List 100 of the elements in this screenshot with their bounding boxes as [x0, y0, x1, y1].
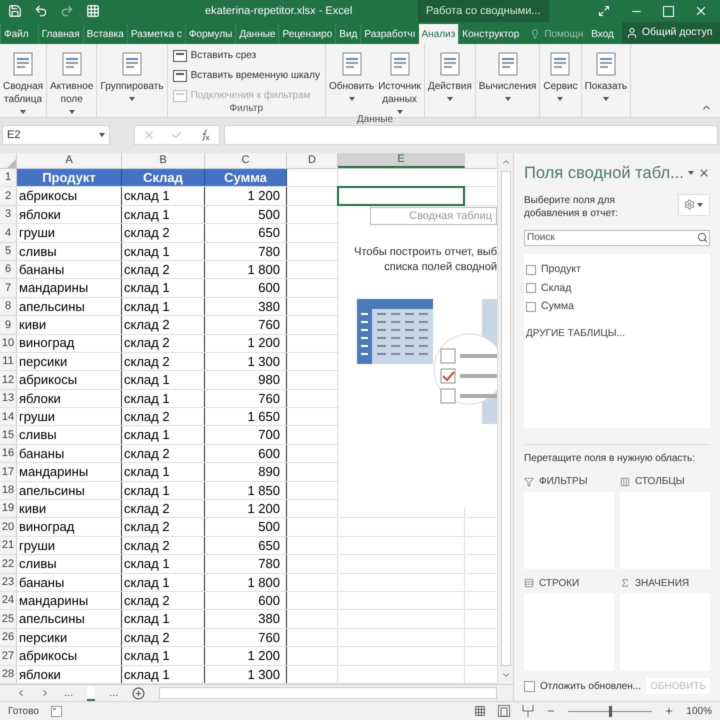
row-header[interactable]: 18: [0, 482, 17, 500]
row-header[interactable]: 11: [0, 352, 17, 370]
row-header[interactable]: 3: [0, 206, 17, 224]
undo-icon[interactable]: [34, 4, 48, 18]
close-icon[interactable]: [694, 4, 708, 18]
ribbon-button[interactable]: Вставить временную шкалу: [172, 68, 320, 83]
row-header[interactable]: 23: [0, 574, 17, 591]
row-header[interactable]: 22: [0, 555, 17, 573]
row-header[interactable]: 14: [0, 408, 17, 426]
row-header[interactable]: 7: [0, 279, 17, 297]
sheet-tab[interactable]: [87, 686, 96, 700]
row-header[interactable]: 4: [0, 224, 17, 242]
table-cell: 760: [205, 390, 287, 408]
page-layout-icon[interactable]: [498, 705, 510, 717]
table-cell: мандарины: [17, 592, 122, 610]
row-header[interactable]: 25: [0, 610, 17, 628]
filters-area-icon: [524, 476, 534, 487]
row-header[interactable]: 26: [0, 628, 17, 646]
row-header[interactable]: 27: [0, 647, 17, 665]
row-header[interactable]: 20: [0, 518, 17, 536]
ribbon-button[interactable]: Обновить: [326, 44, 376, 101]
document-icon: [12, 52, 34, 76]
row-header[interactable]: 21: [0, 536, 17, 554]
table-cell: склад 2: [122, 628, 205, 646]
ribbon-button[interactable]: Действия: [426, 44, 474, 101]
ribbon-display-icon[interactable]: [598, 5, 610, 17]
pane-prompt: Выберите поля для добавления в отчет:: [524, 194, 620, 220]
row-header[interactable]: 2: [0, 187, 17, 205]
page-break-icon[interactable]: [522, 705, 534, 717]
form-icon[interactable]: [86, 4, 100, 18]
settings-button[interactable]: [678, 194, 710, 216]
table-cell: 780: [205, 555, 287, 573]
function-icon[interactable]: [199, 129, 211, 141]
sheet-ellipsis-button[interactable]: ...: [64, 684, 74, 702]
zoom-slider-thumb[interactable]: [609, 706, 612, 716]
row-header[interactable]: 6: [0, 260, 17, 278]
table-cell: 890: [205, 463, 287, 481]
ribbon-button[interactable]: Сводная таблица: [1, 44, 46, 114]
column-header[interactable]: B: [122, 153, 205, 168]
column-header[interactable]: E: [338, 153, 465, 168]
field-checkbox[interactable]: [526, 264, 536, 275]
search-icon: [697, 232, 708, 243]
zoom-in-icon[interactable]: [664, 706, 674, 716]
sign-in-link[interactable]: Вход: [591, 24, 614, 44]
row-header[interactable]: 16: [0, 444, 17, 462]
row-header[interactable]: 10: [0, 334, 17, 352]
row-header[interactable]: 19: [0, 500, 17, 518]
ribbon-button[interactable]: Активное поле: [48, 44, 96, 114]
table-cell: мандарины: [17, 463, 122, 481]
slicer-icon: [172, 50, 187, 62]
formula-input[interactable]: [224, 125, 718, 145]
status-text: Готово: [8, 704, 39, 718]
row-header[interactable]: 9: [0, 316, 17, 334]
close-icon[interactable]: [698, 167, 710, 180]
zoom-slider-track[interactable]: [568, 706, 652, 716]
row-header[interactable]: 5: [0, 242, 17, 260]
row-header[interactable]: 28: [0, 666, 17, 683]
row-header[interactable]: 13: [0, 390, 17, 408]
caret-icon: [688, 171, 694, 176]
ribbon-button[interactable]: Группировать: [98, 44, 166, 101]
ribbon-tab[interactable]: Анализ: [418, 24, 458, 44]
column-header[interactable]: A: [17, 153, 122, 168]
table-cell: 650: [205, 224, 287, 242]
table-cell: 600: [205, 444, 287, 462]
row-header[interactable]: 24: [0, 592, 17, 610]
row-header[interactable]: 15: [0, 426, 17, 444]
horizontal-scrollbar[interactable]: [159, 687, 497, 699]
ribbon-button[interactable]: Вставить срез: [172, 48, 320, 63]
ribbon-button[interactable]: Сервис: [541, 44, 580, 101]
more-tables-link[interactable]: ДРУГИЕ ТАБЛИЦЫ...: [526, 326, 708, 341]
ribbon-button[interactable]: Показать: [582, 44, 630, 101]
ribbon-button[interactable]: Вычисления: [476, 44, 538, 101]
zoom-reading: 100%: [686, 704, 712, 718]
maximize-icon[interactable]: [663, 6, 674, 16]
field-checkbox[interactable]: [526, 283, 536, 294]
slicer-icon: [172, 90, 187, 102]
field-checkbox[interactable]: [526, 302, 536, 312]
row-header[interactable]: 17: [0, 463, 17, 481]
ribbon-button[interactable]: Источник данных: [376, 44, 423, 114]
table-cell: груши: [17, 408, 122, 426]
column-header[interactable]: C: [205, 153, 287, 168]
row-header[interactable]: 1: [0, 169, 17, 186]
add-sheet-icon[interactable]: [132, 686, 146, 700]
row-header[interactable]: 12: [0, 371, 17, 389]
scrollbar-thumb[interactable]: [500, 171, 510, 666]
name-box[interactable]: E2: [2, 125, 110, 145]
share-button[interactable]: Общий доступ: [622, 22, 720, 44]
rows-area-icon: [524, 578, 534, 588]
defer-checkbox[interactable]: [524, 680, 535, 692]
table-cell: персики: [17, 352, 122, 370]
table-cell: виноград: [17, 518, 122, 536]
sheet-ellipsis-button[interactable]: ...: [109, 684, 118, 702]
macro-record-icon[interactable]: [50, 706, 62, 716]
table-cell: склад 1: [122, 426, 205, 444]
row-header[interactable]: 8: [0, 298, 17, 316]
normal-view-icon[interactable]: [474, 705, 486, 717]
save-icon[interactable]: [8, 4, 22, 18]
selected-cell[interactable]: [337, 186, 465, 206]
header-cell: Сумма: [205, 169, 287, 186]
search-field[interactable]: Поиск: [524, 230, 710, 246]
